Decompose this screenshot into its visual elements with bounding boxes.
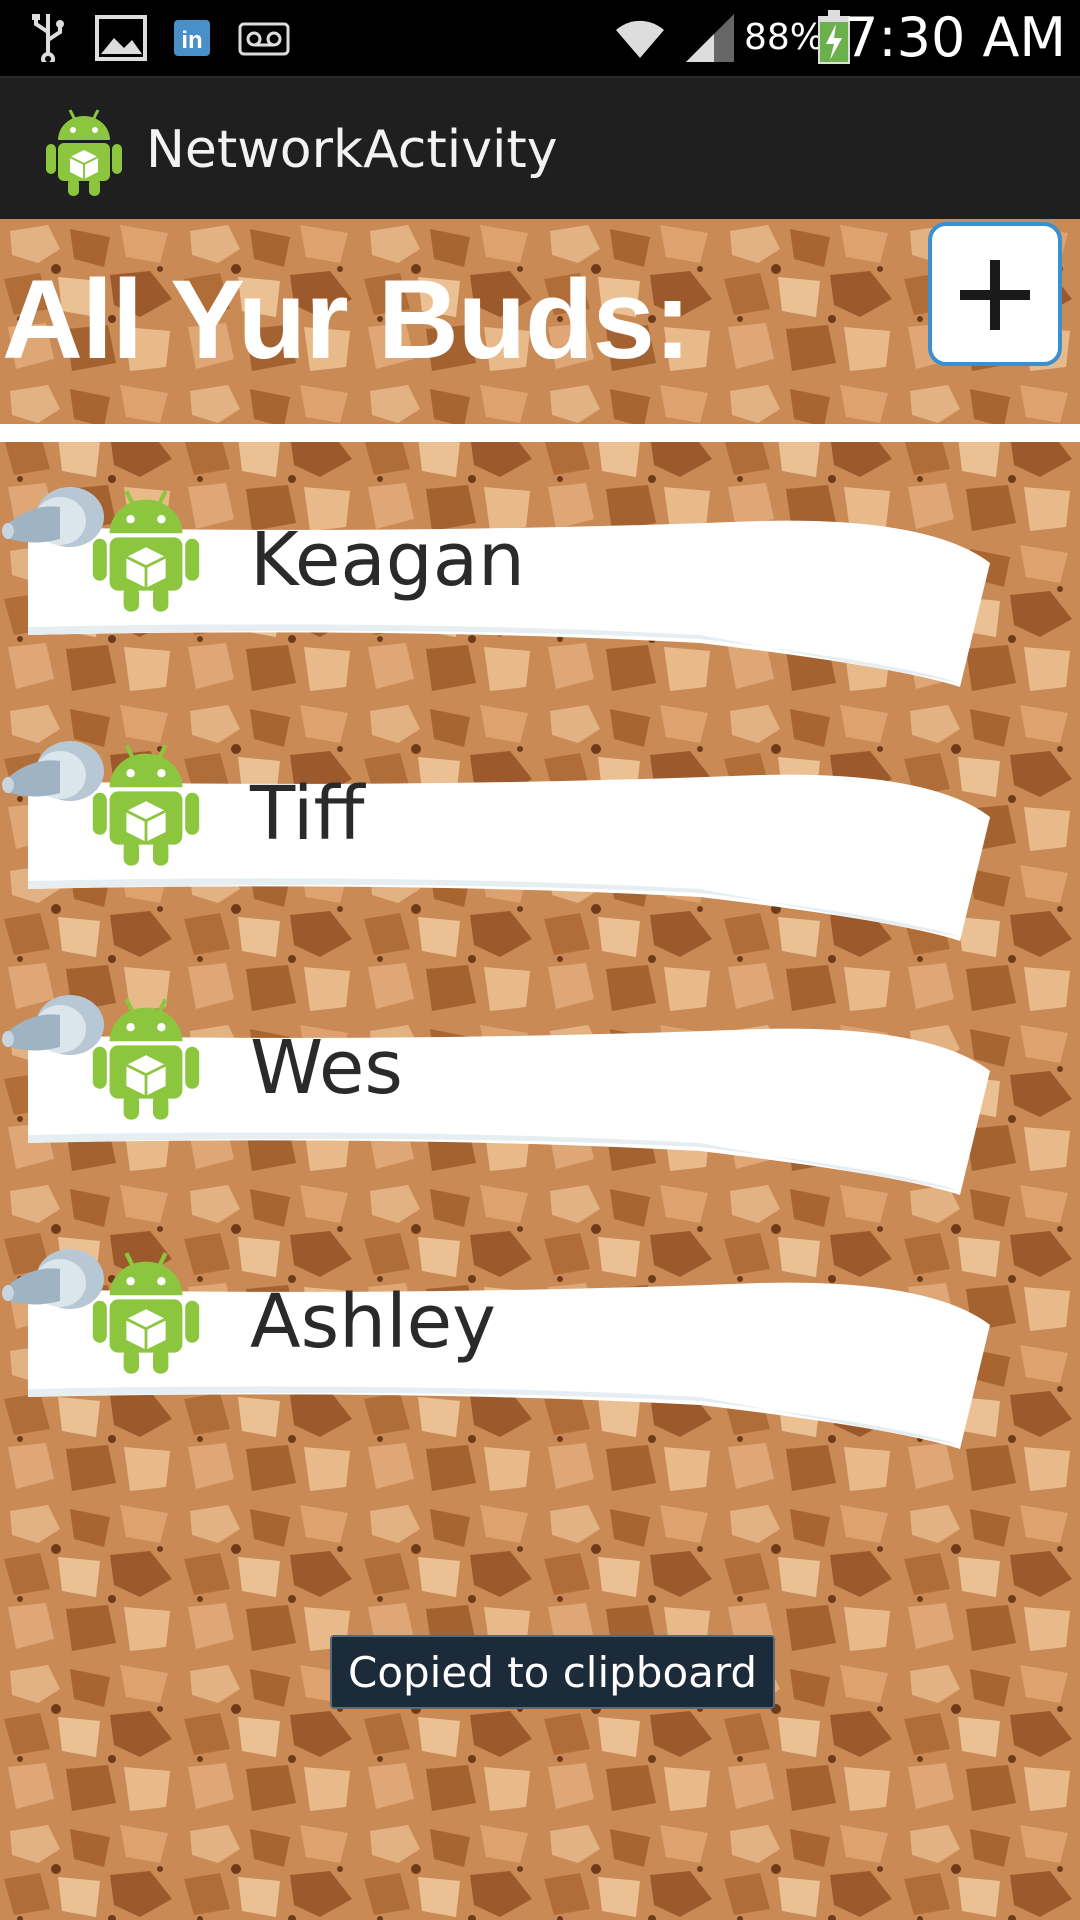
buddy-list-item[interactable]: Keagan — [0, 477, 1000, 722]
clock: 7:30 AM — [844, 6, 1066, 69]
usb-icon — [26, 10, 70, 66]
signal-icon — [684, 12, 736, 68]
svg-text:in: in — [181, 27, 202, 54]
image-icon — [94, 14, 148, 66]
page-heading: All Yur Buds: — [2, 257, 691, 382]
buddy-name: Tiff — [250, 771, 365, 857]
buddy-name: Keagan — [250, 517, 525, 603]
buddy-list-item[interactable]: Ashley — [0, 1239, 1000, 1484]
android-icon — [90, 993, 202, 1123]
android-icon — [90, 485, 202, 615]
action-bar: NetworkActivity — [0, 76, 1080, 219]
battery-percent: 88% — [744, 17, 825, 58]
buddy-list-item[interactable]: Tiff — [0, 731, 1000, 976]
buddy-name: Wes — [250, 1025, 403, 1111]
buddy-list-item[interactable]: Wes — [0, 985, 1000, 1230]
android-app-icon[interactable] — [44, 106, 124, 198]
android-icon — [90, 739, 202, 869]
buddy-name: Ashley — [250, 1279, 496, 1365]
divider — [0, 424, 1080, 442]
app-title: NetworkActivity — [146, 120, 558, 180]
android-icon — [90, 1247, 202, 1377]
toast-message: Copied to clipboard — [330, 1635, 776, 1709]
add-buddy-button[interactable] — [928, 222, 1062, 366]
voicemail-icon — [238, 22, 290, 60]
wifi-icon — [612, 12, 668, 66]
linkedin-icon: in — [172, 18, 212, 62]
plus-icon — [960, 260, 1030, 330]
status-bar: in 88% 7:30 AM — [0, 0, 1080, 76]
